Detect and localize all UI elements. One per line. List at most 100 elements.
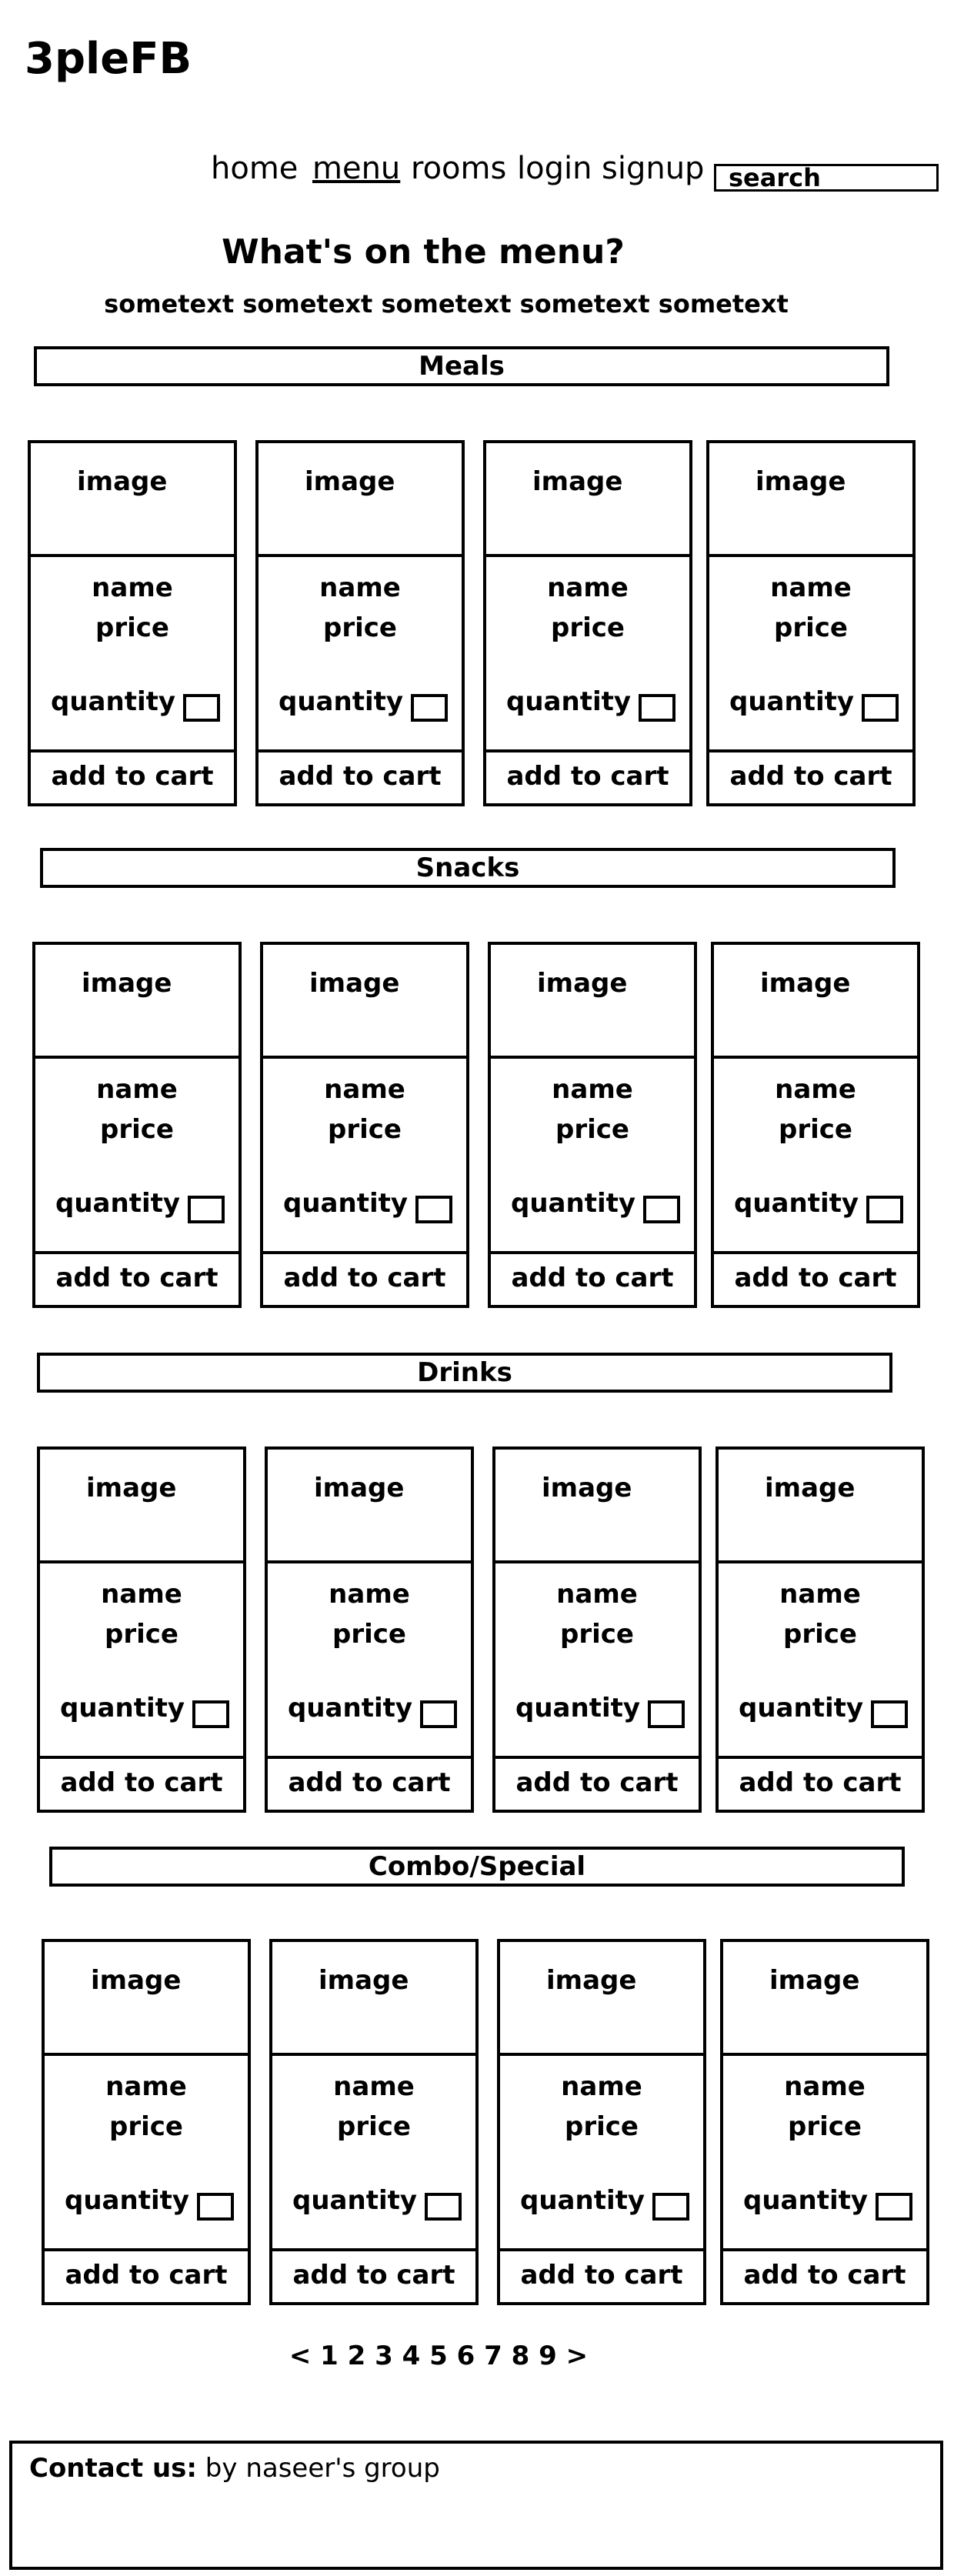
quantity-input[interactable] bbox=[652, 2193, 689, 2221]
footer-text: by naseer's group bbox=[197, 2453, 440, 2484]
add-to-cart-button[interactable]: add to cart bbox=[259, 749, 462, 803]
nav-rooms[interactable]: rooms bbox=[411, 151, 506, 186]
product-image: image bbox=[272, 1942, 475, 2056]
quantity-input[interactable] bbox=[648, 1700, 685, 1728]
add-to-cart-button[interactable]: add to cart bbox=[263, 1251, 466, 1305]
product-price: price bbox=[555, 1114, 629, 1145]
product-name: name bbox=[784, 2071, 866, 2102]
product-card: image name price quantity add to cart bbox=[269, 1939, 479, 2305]
quantity-input[interactable] bbox=[643, 1196, 680, 1223]
section-title: Combo/Special bbox=[49, 1847, 905, 1887]
quantity-label: quantity bbox=[739, 1693, 864, 1723]
quantity-input[interactable] bbox=[639, 694, 675, 722]
product-price: price bbox=[783, 1619, 857, 1650]
nav-signup[interactable]: signup bbox=[602, 151, 704, 186]
add-to-cart-button[interactable]: add to cart bbox=[495, 1756, 699, 1810]
quantity-input[interactable] bbox=[862, 694, 899, 722]
product-name: name bbox=[105, 2071, 187, 2102]
product-image: image bbox=[35, 945, 239, 1059]
quantity-input[interactable] bbox=[411, 694, 448, 722]
product-price: price bbox=[328, 1114, 402, 1145]
product-card: image name price quantity add to cart bbox=[483, 440, 692, 806]
quantity-input[interactable] bbox=[876, 2193, 912, 2221]
quantity-label: quantity bbox=[515, 1693, 641, 1723]
add-to-cart-button[interactable]: add to cart bbox=[268, 1756, 471, 1810]
product-name: name bbox=[779, 1579, 861, 1610]
product-name: name bbox=[547, 572, 629, 603]
product-name: name bbox=[333, 2071, 415, 2102]
quantity-label: quantity bbox=[55, 1188, 181, 1219]
quantity-input[interactable] bbox=[192, 1700, 229, 1728]
product-name: name bbox=[101, 1579, 182, 1610]
product-price: price bbox=[560, 1619, 634, 1650]
pagination[interactable]: < 1 2 3 4 5 6 7 8 9 > bbox=[0, 2341, 877, 2371]
quantity-input[interactable] bbox=[183, 694, 220, 722]
quantity-input[interactable] bbox=[415, 1196, 452, 1223]
section-title: Drinks bbox=[37, 1353, 892, 1393]
product-image: image bbox=[259, 443, 462, 557]
add-to-cart-button[interactable]: add to cart bbox=[500, 2248, 703, 2302]
nav-home[interactable]: home bbox=[211, 151, 298, 186]
quantity-input[interactable] bbox=[197, 2193, 234, 2221]
search-input[interactable]: search bbox=[714, 164, 939, 192]
quantity-input[interactable] bbox=[188, 1196, 225, 1223]
quantity-label: quantity bbox=[65, 2185, 190, 2216]
quantity-label: quantity bbox=[511, 1188, 636, 1219]
product-name: name bbox=[319, 572, 401, 603]
add-to-cart-button[interactable]: add to cart bbox=[35, 1251, 239, 1305]
product-image: image bbox=[709, 443, 912, 557]
product-card: image name price quantity add to cart bbox=[265, 1446, 474, 1813]
site-logo[interactable]: 3pleFB bbox=[25, 34, 192, 84]
add-to-cart-button[interactable]: add to cart bbox=[719, 1756, 922, 1810]
product-image: image bbox=[268, 1450, 471, 1563]
product-price: price bbox=[332, 1619, 406, 1650]
footer-label: Contact us: bbox=[29, 2453, 197, 2484]
add-to-cart-button[interactable]: add to cart bbox=[486, 749, 689, 803]
product-price: price bbox=[105, 1619, 178, 1650]
add-to-cart-button[interactable]: add to cart bbox=[709, 749, 912, 803]
product-price: price bbox=[565, 2111, 639, 2142]
product-name: name bbox=[324, 1074, 405, 1105]
product-name: name bbox=[775, 1074, 856, 1105]
add-to-cart-button[interactable]: add to cart bbox=[723, 2248, 926, 2302]
product-image: image bbox=[263, 945, 466, 1059]
product-card: image name price quantity add to cart bbox=[711, 942, 920, 1308]
product-name: name bbox=[329, 1579, 410, 1610]
product-image: image bbox=[719, 1450, 922, 1563]
section-title: Snacks bbox=[40, 848, 896, 888]
product-card: image name price quantity add to cart bbox=[32, 942, 242, 1308]
product-image: image bbox=[45, 1942, 248, 2056]
add-to-cart-button[interactable]: add to cart bbox=[45, 2248, 248, 2302]
product-image: image bbox=[486, 443, 689, 557]
product-price: price bbox=[323, 612, 397, 643]
add-to-cart-button[interactable]: add to cart bbox=[491, 1251, 694, 1305]
product-price: price bbox=[337, 2111, 411, 2142]
product-card: image name price quantity add to cart bbox=[260, 942, 469, 1308]
quantity-label: quantity bbox=[729, 686, 855, 717]
product-name: name bbox=[770, 572, 852, 603]
product-image: image bbox=[495, 1450, 699, 1563]
add-to-cart-button[interactable]: add to cart bbox=[272, 2248, 475, 2302]
product-price: price bbox=[774, 612, 848, 643]
product-card: image name price quantity add to cart bbox=[497, 1939, 706, 2305]
product-image: image bbox=[500, 1942, 703, 2056]
add-to-cart-button[interactable]: add to cart bbox=[714, 1251, 917, 1305]
page-subtitle: sometext sometext sometext sometext some… bbox=[104, 289, 789, 319]
product-card: image name price quantity add to cart bbox=[255, 440, 465, 806]
quantity-label: quantity bbox=[288, 1693, 413, 1723]
add-to-cart-button[interactable]: add to cart bbox=[31, 749, 234, 803]
quantity-input[interactable] bbox=[866, 1196, 903, 1223]
quantity-input[interactable] bbox=[871, 1700, 908, 1728]
product-price: price bbox=[551, 612, 625, 643]
quantity-label: quantity bbox=[506, 686, 632, 717]
nav-login[interactable]: login bbox=[517, 151, 592, 186]
quantity-input[interactable] bbox=[420, 1700, 457, 1728]
quantity-input[interactable] bbox=[425, 2193, 462, 2221]
product-card: image name price quantity add to cart bbox=[37, 1446, 246, 1813]
product-card: image name price quantity add to cart bbox=[716, 1446, 925, 1813]
product-image: image bbox=[40, 1450, 243, 1563]
add-to-cart-button[interactable]: add to cart bbox=[40, 1756, 243, 1810]
nav-menu[interactable]: menu bbox=[312, 151, 400, 186]
quantity-label: quantity bbox=[51, 686, 176, 717]
product-card: image name price quantity add to cart bbox=[28, 440, 237, 806]
